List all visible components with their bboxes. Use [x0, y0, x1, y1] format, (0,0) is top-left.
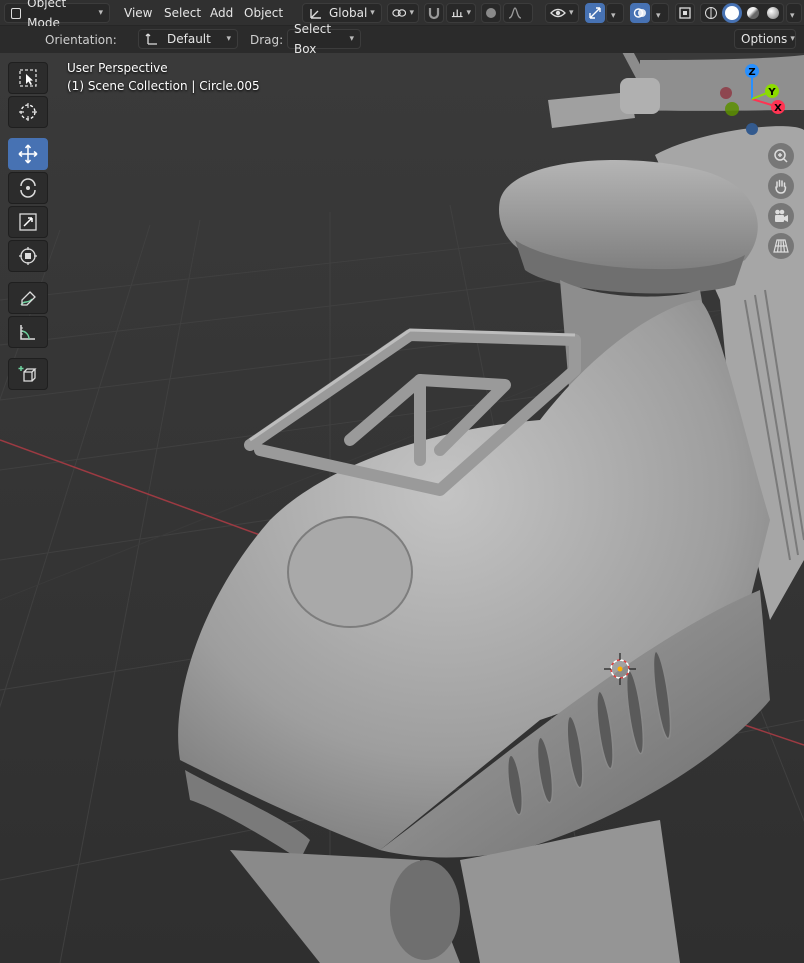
visibility-dropdown[interactable]: ▾ — [545, 3, 579, 23]
fuel-cap — [287, 516, 413, 628]
gizmo-z-label: Z — [748, 67, 755, 78]
proportional-editing-toggle[interactable] — [481, 3, 501, 23]
wireframe-shading-icon[interactable] — [705, 7, 717, 19]
measure-ruler-icon — [20, 325, 35, 340]
navigation-gizmo[interactable]: Z X Y — [710, 59, 800, 149]
zoom-button[interactable] — [768, 143, 794, 169]
mode-dropdown[interactable]: Object Mode ▾ — [4, 0, 110, 30]
rotate-icon — [20, 178, 36, 198]
viewport-header: Object Mode ▾ View Select Add Object Glo… — [0, 0, 804, 30]
pan-button[interactable] — [768, 173, 794, 199]
chevron-down-icon: ▾ — [611, 11, 616, 21]
tool-move[interactable] — [8, 138, 48, 170]
tool-annotate[interactable] — [8, 282, 48, 314]
options-label: Options — [741, 32, 788, 46]
falloff-dropdown[interactable] — [503, 3, 533, 23]
chevron-down-icon: ▾ — [790, 11, 795, 21]
camera-icon — [775, 209, 788, 222]
menu-add[interactable]: Add — [204, 3, 239, 23]
tool-cursor[interactable] — [8, 96, 48, 128]
orientation-label: Orientation: — [45, 33, 117, 47]
snap-increment-icon — [451, 9, 463, 18]
view-perspective-label: User Perspective — [67, 61, 168, 75]
scene-collection-label: (1) Scene Collection | Circle.005 — [67, 79, 260, 93]
hand-icon — [775, 179, 787, 194]
xray-icon — [679, 7, 691, 19]
move-icon — [18, 144, 38, 164]
camera-view-button[interactable] — [768, 203, 794, 229]
tool-measure[interactable] — [8, 316, 48, 348]
scale-icon — [19, 213, 37, 231]
object-mode-icon — [11, 7, 22, 19]
overlays-icon — [633, 8, 646, 18]
gizmo-x-label: X — [774, 103, 782, 114]
cursor-icon — [19, 103, 37, 121]
orientation-dropdown[interactable]: Default ▾ — [138, 29, 238, 49]
zoom-icon — [774, 149, 788, 163]
orientation-axes-icon — [145, 33, 157, 45]
xray-toggle[interactable] — [675, 3, 695, 23]
eye-icon — [550, 8, 566, 18]
chevron-down-icon: ▾ — [466, 8, 471, 18]
drag-label: Drag: — [250, 33, 284, 47]
chevron-down-icon: ▾ — [656, 11, 661, 21]
gizmo-y-label: Y — [767, 87, 776, 98]
overlays-toggle[interactable] — [630, 3, 650, 23]
rendered-shading-icon[interactable] — [767, 7, 779, 19]
chevron-down-icon: ▾ — [790, 34, 795, 44]
chevron-down-icon: ▾ — [349, 34, 354, 44]
tool-scale[interactable] — [8, 206, 48, 238]
tool-transform[interactable] — [8, 240, 48, 272]
orientation-axes-icon — [310, 9, 321, 19]
tool-add-cube[interactable] — [8, 358, 48, 390]
snap-toggle[interactable] — [424, 3, 444, 23]
shading-dropdown[interactable]: ▾ — [786, 3, 802, 23]
chevron-down-icon: ▾ — [569, 8, 574, 18]
gizmo-x-negative[interactable] — [720, 87, 732, 99]
solid-shading-icon[interactable] — [725, 6, 739, 20]
gizmo-y-negative[interactable] — [725, 102, 739, 116]
menu-select[interactable]: Select — [158, 3, 207, 23]
snap-target-dropdown[interactable]: ▾ — [446, 3, 476, 23]
proportional-editing-icon — [486, 8, 496, 18]
3d-viewport[interactable]: User Perspective (1) Scene Collection | … — [0, 53, 804, 963]
perspective-toggle-button[interactable] — [768, 233, 794, 259]
chevron-down-icon: ▾ — [409, 8, 414, 18]
material-shading-icon[interactable] — [747, 7, 759, 19]
pivot-dropdown[interactable]: ▾ — [387, 3, 419, 23]
gizmo-dropdown[interactable]: ▾ — [606, 3, 624, 23]
options-dropdown[interactable]: Options ▾ — [734, 29, 796, 49]
chevron-down-icon: ▾ — [370, 8, 375, 18]
gizmo-arrows-icon — [589, 7, 601, 19]
tool-rotate[interactable] — [8, 172, 48, 204]
grid-perspective-icon — [773, 239, 789, 253]
annotate-pencil-icon — [20, 291, 36, 306]
transform-icon — [19, 247, 37, 265]
gizmo-z-negative[interactable] — [746, 123, 758, 135]
drag-dropdown[interactable]: Select Box ▾ — [287, 22, 361, 56]
orientation-value: Default — [167, 32, 211, 46]
select-box-icon — [19, 69, 37, 87]
menu-view[interactable]: View — [118, 3, 158, 23]
tool-settings-bar: Orientation: Default ▾ Drag: Select Box … — [0, 22, 804, 56]
gizmo-toggle[interactable] — [585, 3, 605, 23]
link-icon — [392, 9, 407, 17]
viewport-scene — [0, 53, 804, 963]
overlays-dropdown[interactable]: ▾ — [651, 3, 669, 23]
shading-mode-group — [700, 3, 784, 23]
falloff-curve-icon — [508, 7, 522, 19]
menu-object[interactable]: Object — [238, 3, 289, 23]
add-cube-icon — [18, 366, 37, 382]
magnet-icon — [428, 8, 440, 20]
chevron-down-icon: ▾ — [98, 8, 103, 18]
chevron-down-icon: ▾ — [226, 34, 231, 44]
tool-select-box[interactable] — [8, 62, 48, 94]
